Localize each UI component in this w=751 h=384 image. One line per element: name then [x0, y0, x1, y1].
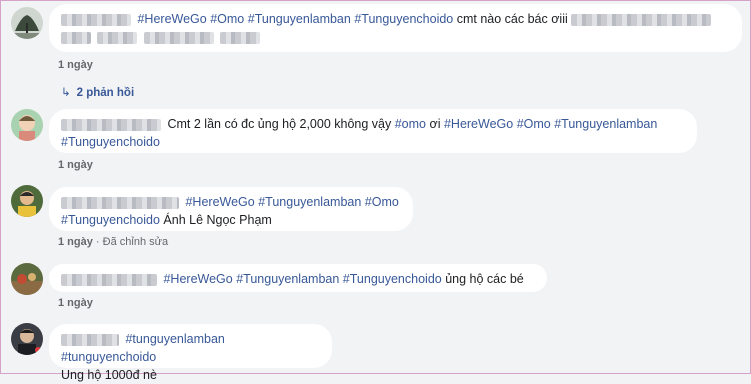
hashtag-link[interactable]: #tunguyenchoido	[61, 350, 156, 364]
hashtag-link[interactable]: #Tunguyenchoido	[61, 213, 160, 227]
replies-count: 2 phản hồi	[76, 87, 135, 99]
comment-thread: #HereWeGo #Omo #Tunguyenlamban #Tunguyen…	[0, 0, 751, 382]
hashtag-link[interactable]: #Tunguyenchoido	[61, 135, 160, 149]
comment-body: Cmt 2 lần có đc ủng hộ 2,000 không vậy	[167, 117, 392, 131]
reply-arrow-icon: ↳	[61, 87, 71, 99]
edited-label[interactable]: Đã chỉnh sửa	[103, 236, 168, 248]
avatar[interactable]	[11, 109, 43, 141]
hashtag-link[interactable]: #Tunguyenlamban	[258, 195, 361, 209]
hashtag-link[interactable]: #Omo	[365, 195, 399, 209]
hashtag-link[interactable]: #HereWeGo	[185, 195, 254, 209]
mentioned-name[interactable]: Ánh Lê Ngọc Phạm	[163, 213, 271, 227]
comment-time[interactable]: 1 ngày	[58, 236, 93, 248]
comment-body: ơi	[429, 117, 441, 131]
meta-separator: ·	[95, 236, 103, 248]
comment-text: #HereWeGo #Omo #Tunguyenlamban #Tunguyen…	[137, 12, 571, 26]
comment-time[interactable]: 1 ngày	[58, 297, 93, 309]
hashtag-link[interactable]: #Tunguyenchoido	[343, 272, 442, 286]
comment-time[interactable]: 1 ngày	[58, 159, 93, 171]
comment-meta: 1 ngày · Đã chỉnh sửa	[58, 236, 168, 248]
hashtag-link[interactable]: #HereWeGo	[163, 272, 232, 286]
hashtag-link[interactable]: #Tunguyenlamban	[554, 117, 657, 131]
hashtag-link[interactable]: #Tunguyenchoido	[354, 12, 453, 26]
comment-meta: 1 ngày	[58, 59, 93, 71]
comment-bubble: #HereWeGo #Tunguyenlamban #Tunguyenchoid…	[49, 264, 547, 292]
view-replies-link[interactable]: ↳ 2 phản hồi	[61, 85, 134, 99]
comment-body: Ung hộ 1000đ nè	[61, 368, 157, 382]
hashtag-link[interactable]: #Tunguyenlamban	[236, 272, 339, 286]
comment-bubble: Cmt 2 lần có đc ủng hộ 2,000 không vậy #…	[49, 109, 697, 153]
avatar[interactable]	[11, 263, 43, 295]
avatar[interactable]	[11, 323, 43, 355]
hashtag-link[interactable]: #omo	[395, 117, 426, 131]
hashtag-link[interactable]: #Omo	[517, 117, 551, 131]
hashtag-link[interactable]: #HereWeGo	[137, 12, 206, 26]
comment-meta: 1 ngày	[58, 297, 93, 309]
hashtag-link[interactable]: #HereWeGo	[444, 117, 513, 131]
comment-body: cmt nào các bác ơiii	[456, 12, 568, 26]
avatar[interactable]	[11, 185, 43, 217]
comment-bubble: #tunguyenlamban #tunguyenchoido Ung hộ 1…	[49, 324, 332, 382]
comment-bubble: #HereWeGo #Tunguyenlamban #Omo #Tunguyen…	[49, 187, 413, 231]
comment-meta: 1 ngày	[58, 159, 93, 171]
comment-bubble: #HereWeGo #Omo #Tunguyenlamban #Tunguyen…	[49, 4, 742, 52]
hashtag-link[interactable]: #Tunguyenlamban	[248, 12, 351, 26]
hashtag-link[interactable]: #Omo	[210, 12, 244, 26]
comment-time[interactable]: 1 ngày	[58, 59, 93, 71]
hashtag-link[interactable]: #tunguyenlamban	[125, 332, 224, 346]
avatar[interactable]	[11, 7, 43, 39]
comment-body: ủng hộ các bé	[445, 272, 524, 286]
